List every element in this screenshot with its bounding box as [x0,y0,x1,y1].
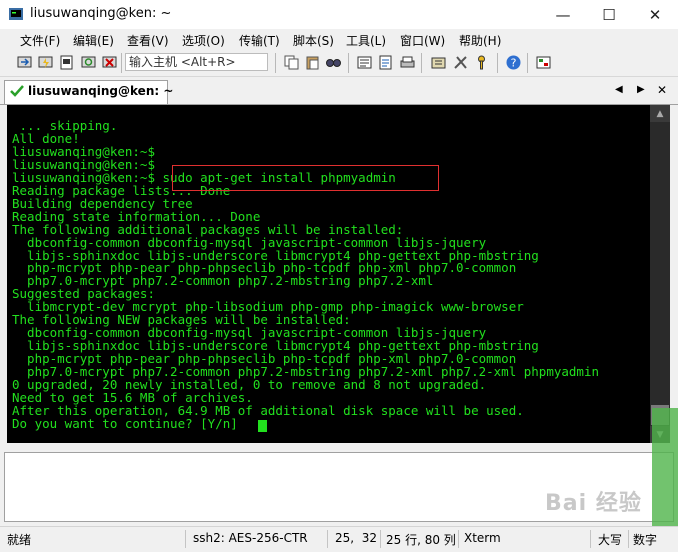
menu-script[interactable]: 脚本(S) [293,32,334,49]
status-separator [458,530,459,548]
menu-tools[interactable]: 工具(L) [346,32,386,49]
print-icon[interactable] [399,54,416,71]
status-separator [380,530,381,548]
toolbar-separator [421,53,422,73]
command-highlight-box [172,165,439,191]
status-ready: 就绪 [7,533,32,547]
menu-window[interactable]: 窗口(W) [400,32,445,49]
toolbar: 输入主机 <Alt+R> ? [0,50,678,77]
help-icon[interactable]: ? [505,54,522,71]
status-caps: 大写 [598,533,623,547]
tab-scroll-left-button[interactable]: ◀ [615,84,623,95]
keymap-icon[interactable] [452,54,469,71]
log-session-icon[interactable] [377,54,394,71]
terminal-cursor [258,420,267,432]
disconnect-icon[interactable] [101,54,118,71]
status-num: 数字 [633,533,658,547]
maximize-button[interactable]: ☐ [586,0,632,29]
tab-label: liusuwanqing@ken: ~ [28,84,174,98]
status-cipher: ssh2: AES-256-CTR [193,531,308,545]
side-floating-panel [652,408,678,526]
menu-transfer[interactable]: 传输(T) [239,32,280,49]
toolbar-separator [121,53,122,73]
status-bar: 就绪 ssh2: AES-256-CTR 25, 32 25 行, 80 列 X… [0,526,678,552]
status-term-type: Xterm [464,531,501,545]
baidu-watermark: Bai 经验 [545,491,642,516]
tab-close-button[interactable]: ✕ [657,83,667,97]
tab-scroll-right-button[interactable]: ▶ [637,84,645,95]
securecrt-app-icon [9,8,23,20]
toolbar-separator [348,53,349,73]
terminal-scrollbar[interactable] [650,105,670,443]
status-cursor-position: 25, 32 [335,531,377,545]
menu-view[interactable]: 查看(V) [127,32,169,49]
scroll-up-button[interactable]: ▲ [650,105,670,122]
find-icon[interactable] [325,54,342,71]
menu-help[interactable]: 帮助(H) [459,32,501,49]
connected-check-icon [10,85,24,97]
status-size: 25 行, 80 列 [386,533,456,547]
quick-connect-icon[interactable] [37,54,54,71]
toolbar-separator [275,53,276,73]
toolbar-separator [527,53,528,73]
svg-text:?: ? [511,57,517,70]
menu-bar: 文件(F) 编辑(E) 查看(V) 选项(O) 传输(T) 脚本(S) 工具(L… [0,29,678,49]
session-options-icon[interactable] [356,54,373,71]
connect-tab-icon[interactable] [58,54,75,71]
menu-file[interactable]: 文件(F) [20,32,60,49]
menu-options[interactable]: 选项(O) [182,32,225,49]
sftp-icon[interactable] [535,54,552,71]
minimize-button[interactable]: — [540,0,586,29]
key-icon[interactable] [473,54,490,71]
copy-icon[interactable] [283,54,300,71]
paste-icon[interactable] [304,54,321,71]
host-input[interactable]: 输入主机 <Alt+R> [125,53,268,71]
toolbar-separator [497,53,498,73]
status-separator [327,530,328,548]
status-separator [185,530,186,548]
status-separator [628,530,629,548]
global-options-icon[interactable] [430,54,447,71]
window-title: liusuwanqing@ken: ~ [30,6,172,21]
status-separator [590,530,591,548]
close-button[interactable]: ✕ [632,0,678,29]
connect-icon[interactable] [16,54,33,71]
reconnect-icon[interactable] [80,54,97,71]
menu-edit[interactable]: 编辑(E) [73,32,114,49]
title-bar: liusuwanqing@ken: ~ — ☐ ✕ [0,0,678,29]
